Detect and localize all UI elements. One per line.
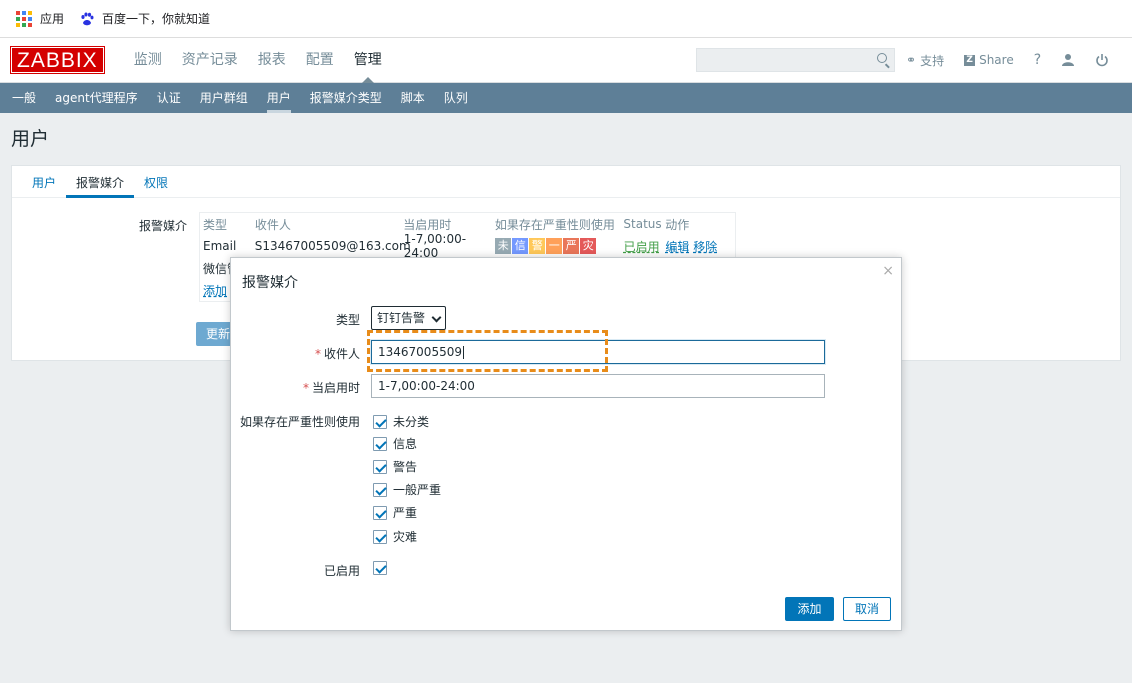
enabled-label: 已启用 [323, 564, 360, 578]
severity-badges: 未信警一严灾 [495, 238, 623, 254]
subnav-queue[interactable]: 队列 [444, 83, 468, 113]
headset-icon: ⚭ [906, 53, 917, 67]
severity-average[interactable]: 一般严重 [373, 481, 441, 498]
severity-warning[interactable]: 警告 [373, 458, 417, 475]
remove-link[interactable]: 移除 [693, 240, 717, 254]
sign-out-icon[interactable] [1095, 53, 1109, 67]
table-row: Email S13467005509@163.com 1-7,00:00-24:… [200, 232, 735, 260]
subnav-media-types[interactable]: 报警媒介类型 [310, 83, 382, 113]
bookmarks-bar: 应用 百度一下，你就知道 [0, 0, 1132, 38]
checkbox-checked[interactable] [373, 561, 387, 575]
sub-nav: 一般 agent代理程序 认证 用户群组 用户 报警媒介类型 脚本 队列 [0, 83, 1132, 113]
media-label: 报警媒介 [138, 219, 187, 233]
when-active-input[interactable]: 1-7,00:00-24:00 [371, 374, 825, 398]
chevron-down-icon [431, 312, 442, 323]
type-label: 类型 [335, 313, 360, 327]
user-tabs: 用户 报警媒介 权限 [12, 166, 1120, 198]
col-when-active: 当启用时 [403, 217, 452, 232]
search-icon[interactable] [877, 53, 887, 63]
col-action: 动作 [665, 217, 690, 232]
support-label: 支持 [920, 53, 945, 68]
media-recipient: S13467005509@163.com [254, 239, 411, 253]
header-utilities: ⚭ 支持 Z Share ? [906, 48, 1109, 72]
checkbox-checked[interactable] [373, 414, 387, 429]
bookmark-apps[interactable]: 应用 [16, 10, 64, 27]
close-icon[interactable]: × [882, 263, 894, 279]
subnav-authentication[interactable]: 认证 [157, 83, 181, 113]
subnav-general[interactable]: 一般 [12, 83, 36, 113]
add-button[interactable]: 添加 [785, 597, 834, 621]
checkbox-checked[interactable] [373, 529, 387, 544]
severity-not-classified[interactable]: 未分类 [373, 413, 429, 430]
col-recipient: 收件人 [254, 217, 291, 232]
share-z-icon: Z [964, 54, 976, 66]
help-icon[interactable]: ? [1034, 52, 1041, 68]
bookmark-baidu-label: 百度一下，你就知道 [102, 12, 211, 26]
severity-badge: 一 [546, 238, 563, 254]
apps-grid-icon [16, 10, 32, 27]
severity-disaster[interactable]: 灾难 [373, 528, 417, 545]
enabled-checkbox[interactable] [373, 561, 387, 575]
type-select[interactable]: 钉钉告警 [371, 306, 446, 330]
col-severity: 如果存在严重性则使用 [494, 217, 615, 232]
tab-permissions[interactable]: 权限 [134, 166, 178, 198]
support-link[interactable]: ⚭ 支持 [906, 52, 944, 69]
when-active-label: * 当启用时 [302, 381, 360, 395]
search-input[interactable] [696, 48, 895, 72]
text-caret [462, 346, 464, 359]
required-asterisk: * [314, 347, 321, 361]
dialog-title: 报警媒介 [242, 275, 298, 291]
checkbox-checked[interactable] [373, 505, 387, 520]
severity-high[interactable]: 严重 [373, 504, 417, 521]
tab-user[interactable]: 用户 [22, 166, 66, 198]
nav-reports[interactable]: 报表 [248, 38, 296, 83]
baidu-paw-icon [81, 12, 94, 25]
severity-badge: 信 [512, 238, 529, 254]
share-link[interactable]: Z Share [964, 53, 1014, 67]
col-type: 类型 [203, 217, 228, 232]
recipient-label: * 收件人 [314, 347, 360, 361]
subnav-scripts[interactable]: 脚本 [401, 83, 425, 113]
nav-monitoring[interactable]: 监测 [124, 38, 172, 83]
bookmark-apps-label: 应用 [40, 12, 65, 26]
required-asterisk: * [302, 381, 309, 395]
subnav-users[interactable]: 用户 [266, 83, 291, 113]
nav-administration[interactable]: 管理 [344, 38, 392, 83]
severity-badge: 严 [563, 238, 580, 254]
severity-label: 如果存在严重性则使用 [239, 415, 360, 429]
checkbox-checked[interactable] [373, 459, 387, 474]
severity-information[interactable]: 信息 [373, 435, 417, 452]
media-when-active: 1-7,00:00-24:00 [403, 232, 467, 260]
edit-link[interactable]: 编辑 [665, 240, 689, 254]
user-profile-icon[interactable] [1061, 53, 1075, 67]
bookmark-baidu[interactable]: 百度一下，你就知道 [80, 10, 210, 27]
media-status-link[interactable]: 已启用 [624, 238, 666, 255]
media-type: Email [203, 239, 237, 253]
zabbix-logo[interactable]: ZABBIX [10, 46, 105, 74]
media-dialog: 报警媒介 × 类型 钉钉告警 * 收件人 13467005509 * 当启用时 1-… [230, 257, 902, 631]
type-select-value: 钉钉告警 [377, 311, 426, 325]
checkbox-checked[interactable] [373, 482, 387, 497]
severity-badge: 灾 [580, 238, 597, 254]
main-nav: 监测 资产记录 报表 配置 管理 [124, 38, 392, 83]
checkbox-checked[interactable] [373, 436, 387, 451]
cancel-button[interactable]: 取消 [843, 597, 891, 621]
nav-inventory[interactable]: 资产记录 [172, 38, 248, 83]
severity-badge: 警 [529, 238, 546, 254]
share-label: Share [979, 53, 1014, 67]
subnav-user-groups[interactable]: 用户群组 [200, 83, 248, 113]
subnav-proxies[interactable]: agent代理程序 [55, 83, 138, 113]
tab-media[interactable]: 报警媒介 [66, 166, 135, 198]
severity-badge: 未 [495, 238, 512, 254]
page-title: 用户 [11, 128, 50, 150]
nav-configuration[interactable]: 配置 [296, 38, 344, 83]
recipient-input[interactable]: 13467005509 [371, 340, 825, 364]
col-status: Status [623, 217, 662, 231]
